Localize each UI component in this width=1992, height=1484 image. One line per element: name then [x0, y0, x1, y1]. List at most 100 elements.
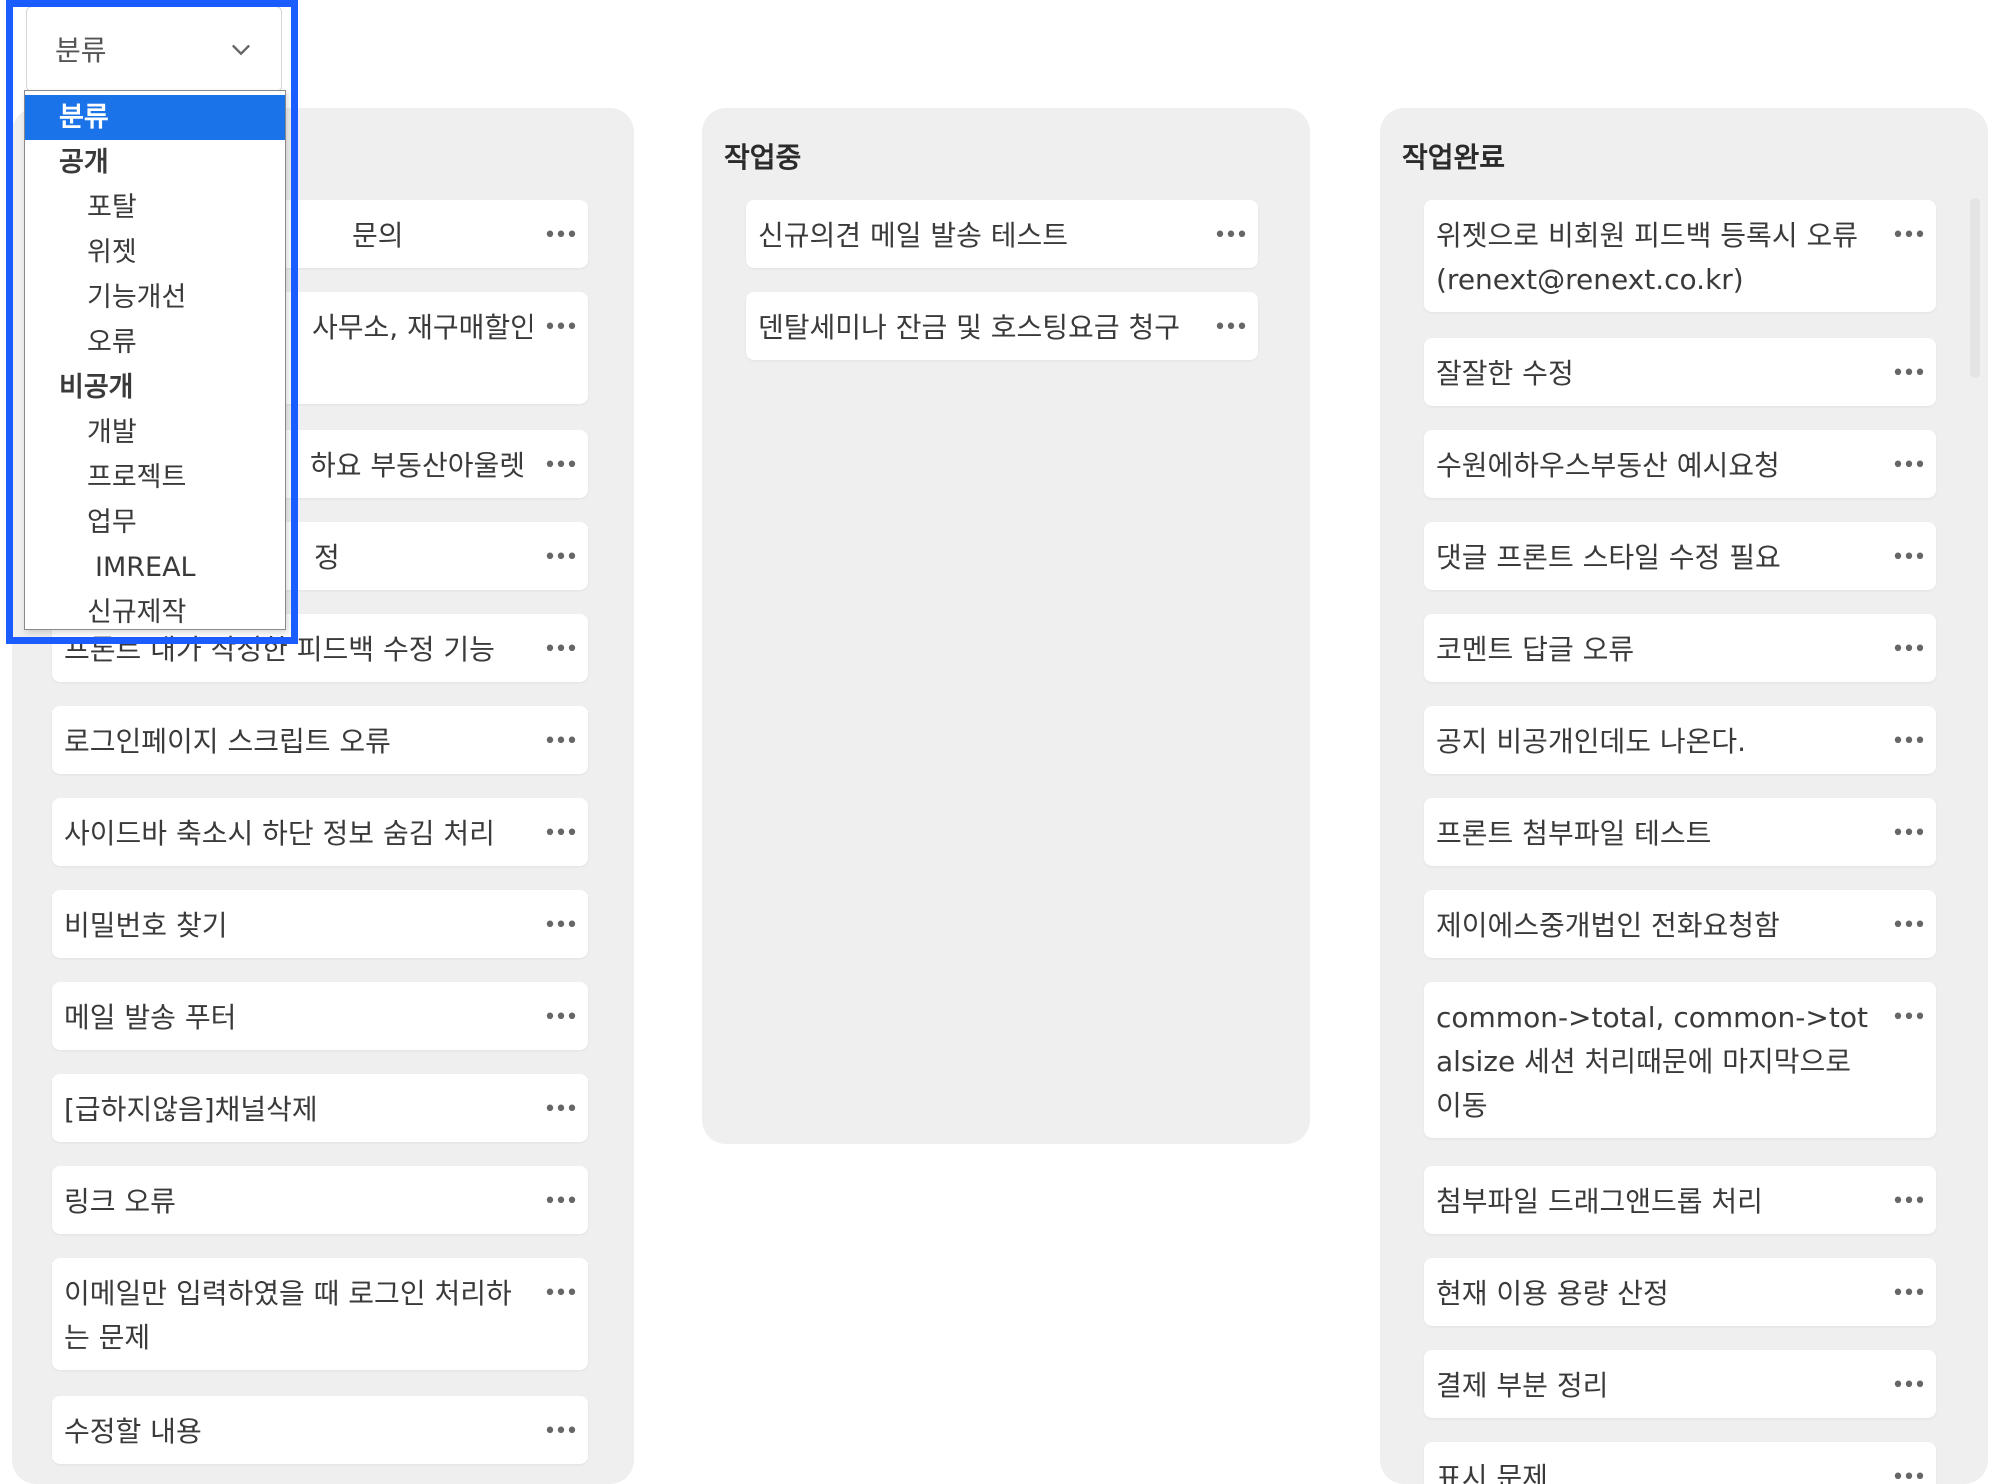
- more-horizontal-icon[interactable]: •••: [542, 306, 579, 350]
- task-card[interactable]: 사이드바 축소시 하단 정보 숨김 처리 •••: [52, 798, 588, 866]
- more-horizontal-icon[interactable]: •••: [1890, 1456, 1927, 1484]
- task-card-title: 코멘트 답글 오류: [1436, 633, 1635, 666]
- more-horizontal-icon[interactable]: •••: [1890, 214, 1927, 258]
- task-card[interactable]: 수정할 내용 •••: [52, 1396, 588, 1464]
- column-title: 작업완료: [1402, 141, 1506, 174]
- task-card-title: 정: [314, 541, 340, 574]
- more-horizontal-icon[interactable]: •••: [1890, 720, 1927, 764]
- more-horizontal-icon[interactable]: •••: [1890, 1364, 1927, 1408]
- more-horizontal-icon[interactable]: •••: [542, 1272, 579, 1316]
- task-card[interactable]: 위젯으로 비회원 피드백 등록시 오류 (renext@renext.co.kr…: [1424, 200, 1936, 312]
- option-feature-improvement[interactable]: 기능개선: [25, 275, 285, 320]
- more-horizontal-icon[interactable]: •••: [542, 628, 579, 672]
- more-horizontal-icon[interactable]: •••: [542, 214, 579, 258]
- task-card[interactable]: common->total, common->totalsize 세션 처리때문…: [1424, 982, 1936, 1138]
- more-horizontal-icon[interactable]: •••: [542, 996, 579, 1040]
- option-imreal[interactable]: IMREAL: [25, 545, 285, 590]
- task-card[interactable]: 프론트 첨부파일 테스트 •••: [1424, 798, 1936, 866]
- task-card[interactable]: 댓글 프론트 스타일 수정 필요 •••: [1424, 522, 1936, 590]
- option-group-private: 비공개: [59, 372, 134, 403]
- more-horizontal-icon[interactable]: •••: [1890, 904, 1927, 948]
- option-group-public: 공개: [59, 147, 109, 178]
- task-card[interactable]: 제이에스중개법인 전화요청함 •••: [1424, 890, 1936, 958]
- task-card-title: 문의: [352, 219, 404, 252]
- task-card[interactable]: 수원에하우스부동산 예시요청 •••: [1424, 430, 1936, 498]
- task-card[interactable]: 코멘트 답글 오류 •••: [1424, 614, 1936, 682]
- task-card-title: 표시 문제: [1436, 1461, 1548, 1484]
- category-options-list: 분류 공개 포탈 위젯 기능개선 오류 비공개 개발 프로젝트 업무 IMREA…: [24, 90, 286, 630]
- kanban-column-in-progress: 작업중 신규의견 메일 발송 테스트 ••• 덴탈세미나 잔금 및 호스팅요금 …: [702, 108, 1310, 1144]
- more-horizontal-icon[interactable]: •••: [542, 444, 579, 488]
- more-horizontal-icon[interactable]: •••: [542, 1180, 579, 1224]
- task-card-title: 이메일만 입력하였을 때 로그인 처리하는 문제: [64, 1277, 512, 1354]
- task-card[interactable]: [급하지않음]채널삭제 •••: [52, 1074, 588, 1142]
- task-card[interactable]: 메일 발송 푸터 •••: [52, 982, 588, 1050]
- task-card[interactable]: 비밀번호 찾기 •••: [52, 890, 588, 958]
- task-card-title: 프론트 첨부파일 테스트: [1436, 817, 1712, 850]
- more-horizontal-icon[interactable]: •••: [542, 720, 579, 764]
- option-project[interactable]: 프로젝트: [25, 455, 285, 500]
- task-card-title: 수정할 내용: [64, 1415, 202, 1448]
- task-card-title: 링크 오류: [64, 1185, 176, 1218]
- task-card-title: 하요 부동산아울렛: [310, 449, 525, 482]
- more-horizontal-icon[interactable]: •••: [542, 1410, 579, 1454]
- option-error[interactable]: 오류: [25, 320, 285, 365]
- column-scrollbar[interactable]: [1970, 198, 1980, 378]
- more-horizontal-icon[interactable]: •••: [1890, 812, 1927, 856]
- task-card-title: 잘잘한 수정: [1436, 357, 1574, 390]
- task-card[interactable]: 잘잘한 수정 •••: [1424, 338, 1936, 406]
- task-card[interactable]: 로그인페이지 스크립트 오류 •••: [52, 706, 588, 774]
- task-card[interactable]: 덴탈세미나 잔금 및 호스팅요금 청구 •••: [746, 292, 1258, 360]
- more-horizontal-icon[interactable]: •••: [542, 812, 579, 856]
- more-horizontal-icon[interactable]: •••: [1890, 1180, 1927, 1224]
- task-card[interactable]: 현재 이용 용량 산정 •••: [1424, 1258, 1936, 1326]
- task-card-title: 첨부파일 드래그앤드롭 처리: [1436, 1185, 1763, 1218]
- task-card[interactable]: 이메일만 입력하였을 때 로그인 처리하는 문제 •••: [52, 1258, 588, 1370]
- more-horizontal-icon[interactable]: •••: [1890, 536, 1927, 580]
- task-card-title: 로그인페이지 스크립트 오류: [64, 725, 391, 758]
- more-horizontal-icon[interactable]: •••: [1890, 444, 1927, 488]
- option-portal[interactable]: 포탈: [25, 185, 285, 230]
- task-card-title: 사이드바 축소시 하단 정보 숨김 처리: [64, 817, 495, 850]
- option-new-production[interactable]: 신규제작: [25, 590, 285, 629]
- more-horizontal-icon[interactable]: •••: [1890, 352, 1927, 396]
- task-card[interactable]: 첨부파일 드래그앤드롭 처리 •••: [1424, 1166, 1936, 1234]
- category-select[interactable]: 분류: [26, 6, 282, 92]
- task-card-title: 현재 이용 용량 산정: [1436, 1277, 1669, 1310]
- task-card-title: 위젯으로 비회원 피드백 등록시 오류 (renext@renext.co.kr…: [1436, 219, 1859, 296]
- more-horizontal-icon[interactable]: •••: [1890, 628, 1927, 672]
- more-horizontal-icon[interactable]: •••: [1890, 1272, 1927, 1316]
- task-card-title: 신규의견 메일 발송 테스트: [758, 219, 1069, 252]
- task-card[interactable]: 신규의견 메일 발송 테스트 •••: [746, 200, 1258, 268]
- task-card-title: 댓글 프론트 스타일 수정 필요: [1436, 541, 1781, 574]
- task-card-title: 덴탈세미나 잔금 및 호스팅요금 청구: [758, 311, 1181, 344]
- category-select-value: 분류: [55, 34, 107, 67]
- task-card-title: common->total, common->totalsize 세션 처리때문…: [1436, 1001, 1868, 1122]
- option-widget[interactable]: 위젯: [25, 230, 285, 275]
- task-card[interactable]: 공지 비공개인데도 나온다. •••: [1424, 706, 1936, 774]
- task-card-title: 사무소, 재구매할인,: [312, 311, 532, 344]
- option-category[interactable]: 분류: [25, 95, 285, 140]
- task-card-title: 제이에스중개법인 전화요청함: [1436, 909, 1780, 942]
- kanban-board: 문의 ••• 사무소, 재구매할인, ••• 하요 부동산아울렛 ••• 정 •…: [0, 0, 1992, 1484]
- option-work[interactable]: 업무: [25, 500, 285, 545]
- task-card-title: 공지 비공개인데도 나온다.: [1436, 725, 1747, 758]
- more-horizontal-icon[interactable]: •••: [542, 536, 579, 580]
- option-development[interactable]: 개발: [25, 410, 285, 455]
- kanban-column-done: 작업완료 위젯으로 비회원 피드백 등록시 오류 (renext@renext.…: [1380, 108, 1988, 1484]
- task-card[interactable]: 표시 문제 •••: [1424, 1442, 1936, 1484]
- task-card-title: 비밀번호 찾기: [64, 909, 228, 942]
- more-horizontal-icon[interactable]: •••: [1212, 306, 1249, 350]
- more-horizontal-icon[interactable]: •••: [1212, 214, 1249, 258]
- task-card[interactable]: 링크 오류 •••: [52, 1166, 588, 1234]
- task-card-title: 수원에하우스부동산 예시요청: [1436, 449, 1780, 482]
- more-horizontal-icon[interactable]: •••: [542, 1088, 579, 1132]
- task-card[interactable]: 결제 부분 정리 •••: [1424, 1350, 1936, 1418]
- task-card-title: 메일 발송 푸터: [64, 1001, 237, 1034]
- task-card-title: 프론트 내가 작성한 피드백 수정 기능: [64, 633, 495, 666]
- task-card-title: 결제 부분 정리: [1436, 1369, 1609, 1402]
- chevron-down-icon: [232, 44, 250, 56]
- more-horizontal-icon[interactable]: •••: [542, 904, 579, 948]
- more-horizontal-icon[interactable]: •••: [1890, 996, 1927, 1040]
- column-title: 작업중: [724, 141, 802, 174]
